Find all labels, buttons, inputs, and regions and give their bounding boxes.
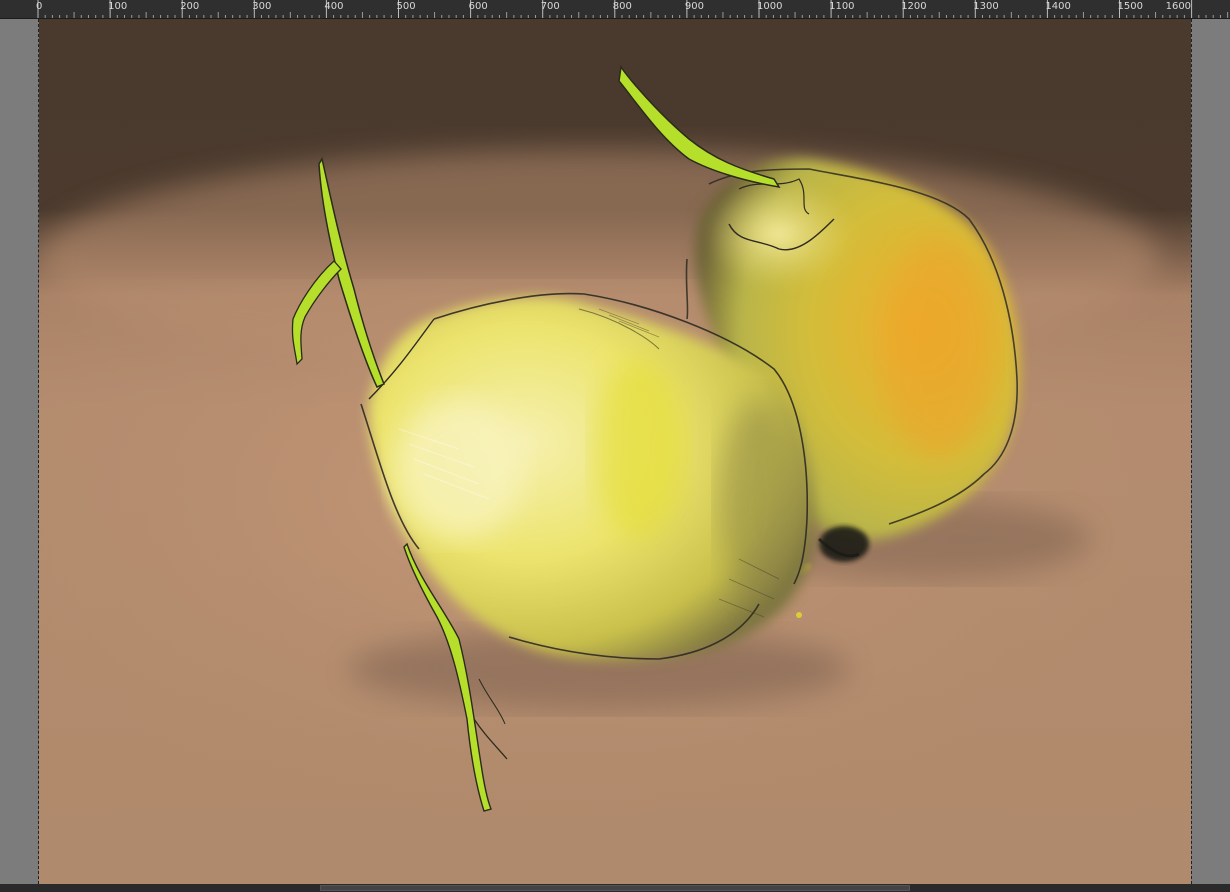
ruler-label: 200 — [180, 1, 200, 12]
ruler-label: 700 — [540, 1, 560, 12]
ruler-label: 900 — [684, 1, 704, 12]
workspace-left-gutter — [0, 19, 38, 884]
horizontal-ruler[interactable]: 0 100 200 300 400 500 600 700 800 900 1000 1100 1200… — [0, 0, 1230, 19]
ruler-label: 300 — [252, 1, 272, 12]
workspace-right-gutter — [1192, 19, 1230, 884]
ruler-label: 1300 — [973, 1, 999, 12]
ruler-label: 500 — [396, 1, 416, 12]
ruler-label: 1400 — [1045, 1, 1071, 12]
pears-painting — [39, 19, 1191, 884]
horizontal-scrollbar-thumb[interactable] — [320, 885, 910, 891]
ruler-label: 1500 — [1117, 1, 1143, 12]
ruler-label: 600 — [468, 1, 488, 12]
ruler-label: 0 — [36, 1, 43, 12]
ruler-label: 100 — [108, 1, 128, 12]
ruler-label: 1200 — [901, 1, 927, 12]
image-canvas[interactable] — [38, 19, 1192, 884]
ruler-label: 1100 — [829, 1, 855, 12]
ruler-label: 1600 — [1165, 1, 1192, 12]
pear-blossom-end — [819, 526, 869, 562]
ruler-label: 800 — [612, 1, 632, 12]
ruler-label: 400 — [324, 1, 344, 12]
ruler-label: 1000 — [757, 1, 783, 12]
